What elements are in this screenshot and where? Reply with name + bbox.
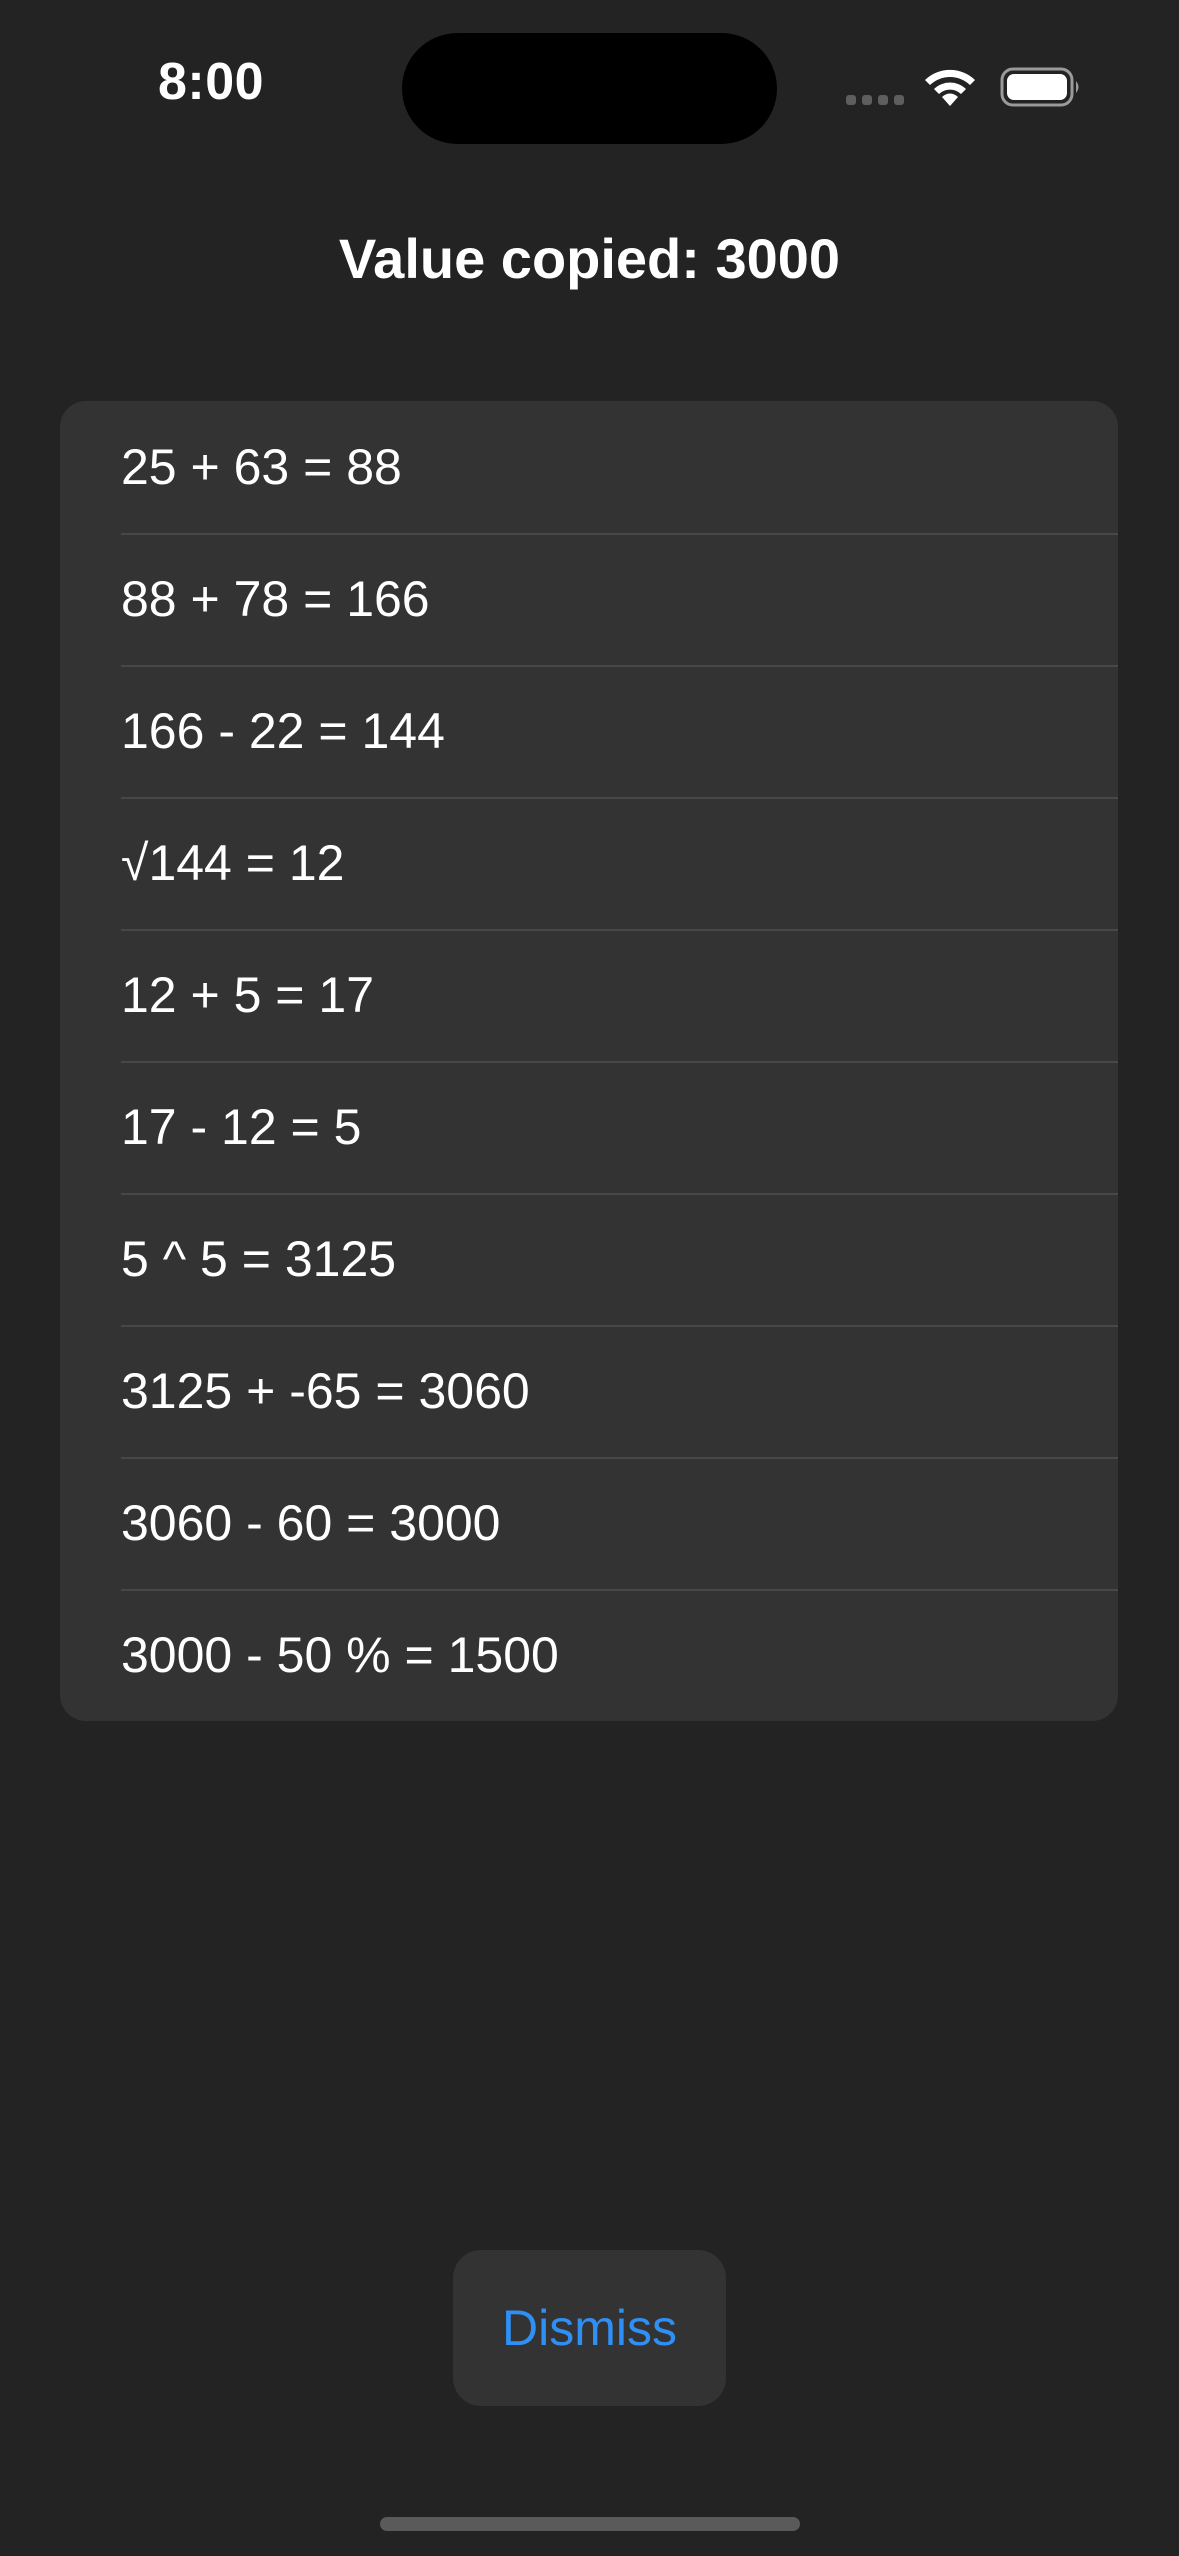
history-row[interactable]: 12 + 5 = 17	[60, 929, 1118, 1061]
history-row[interactable]: 3060 - 60 = 3000	[60, 1457, 1118, 1589]
dismiss-button-label: Dismiss	[502, 2300, 677, 2356]
dismiss-button[interactable]: Dismiss	[453, 2250, 726, 2406]
history-row[interactable]: 88 + 78 = 166	[60, 533, 1118, 665]
status-bar-time: 8:00	[158, 53, 265, 111]
wifi-icon	[925, 69, 975, 106]
history-row[interactable]: 3000 - 50 % = 1500	[60, 1589, 1118, 1721]
history-row[interactable]: 3125 + -65 = 3060	[60, 1325, 1118, 1457]
history-row-text: 5 ^ 5 = 3125	[121, 1231, 397, 1287]
battery-icon	[1000, 67, 1079, 107]
history-row-text: 88 + 78 = 166	[121, 571, 430, 627]
history-row[interactable]: √144 = 12	[60, 797, 1118, 929]
history-row[interactable]: 166 - 22 = 144	[60, 665, 1118, 797]
home-indicator[interactable]	[380, 2517, 800, 2531]
cellular-signal-icon	[846, 95, 904, 105]
history-row-text: 3000 - 50 % = 1500	[121, 1627, 559, 1683]
history-row-text: 17 - 12 = 5	[121, 1099, 362, 1155]
history-row-text: 25 + 63 = 88	[121, 439, 402, 495]
history-row[interactable]: 5 ^ 5 = 3125	[60, 1193, 1118, 1325]
dynamic-island	[402, 33, 777, 144]
history-row[interactable]: 25 + 63 = 88	[60, 401, 1118, 533]
calculation-history-list: 25 + 63 = 88 88 + 78 = 166 166 - 22 = 14…	[60, 401, 1118, 1721]
history-row-text: 12 + 5 = 17	[121, 967, 375, 1023]
history-row[interactable]: 17 - 12 = 5	[60, 1061, 1118, 1193]
history-row-text: 3060 - 60 = 3000	[121, 1495, 501, 1551]
page-title: Value copied: 3000	[338, 227, 841, 290]
history-row-text: √144 = 12	[121, 835, 345, 891]
history-row-text: 3125 + -65 = 3060	[121, 1363, 530, 1419]
history-row-text: 166 - 22 = 144	[121, 703, 445, 759]
